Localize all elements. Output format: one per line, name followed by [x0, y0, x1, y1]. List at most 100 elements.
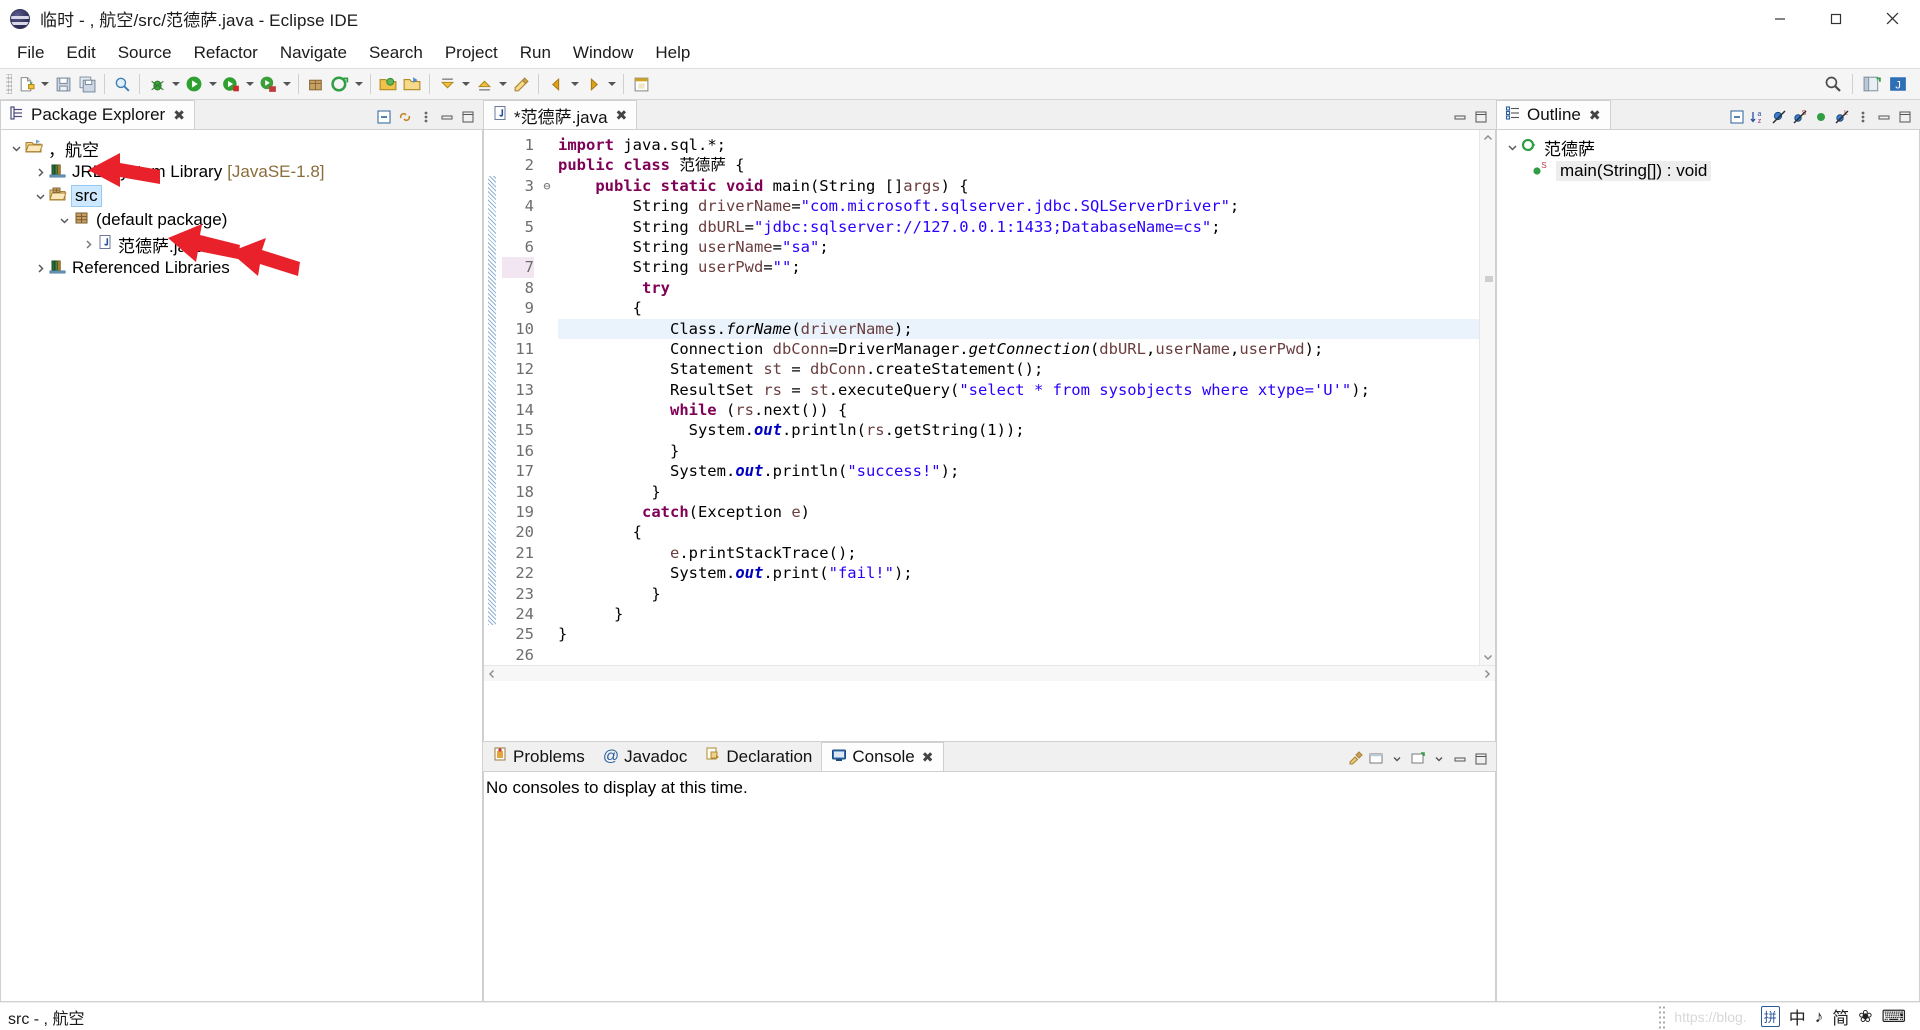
- previous-annotation-icon[interactable]: [472, 72, 496, 96]
- link-with-editor-icon[interactable]: [396, 108, 414, 126]
- code-line[interactable]: System.out.print("fail!");: [558, 563, 1479, 583]
- toolbar-grip[interactable]: [6, 74, 12, 94]
- sort-icon[interactable]: az: [1749, 108, 1767, 126]
- code-line[interactable]: System.out.println(rs.getString(1));: [558, 420, 1479, 440]
- close-icon[interactable]: ✖: [616, 107, 628, 124]
- scroll-up-icon[interactable]: [1480, 130, 1496, 146]
- chevron-down-icon[interactable]: [31, 184, 49, 208]
- minimize-view-icon[interactable]: [1875, 108, 1893, 126]
- open-perspective-icon[interactable]: [1860, 72, 1884, 96]
- outline-item-method[interactable]: S main(String[]) : void: [1497, 159, 1919, 183]
- ime-keyboard-icon[interactable]: ⌨: [1881, 1007, 1906, 1027]
- minimize-view-icon[interactable]: [1451, 108, 1469, 126]
- new-dropdown-icon[interactable]: [38, 72, 51, 96]
- previous-annotation-dropdown-icon[interactable]: [496, 72, 509, 96]
- menu-help[interactable]: Help: [644, 40, 701, 66]
- collapse-all-icon[interactable]: [1728, 108, 1746, 126]
- next-annotation-dropdown-icon[interactable]: [459, 72, 472, 96]
- close-button[interactable]: [1864, 0, 1920, 38]
- view-menu-icon[interactable]: [1854, 108, 1872, 126]
- code-line[interactable]: }: [558, 482, 1479, 502]
- save-icon[interactable]: [51, 72, 75, 96]
- tree-item-referenced-libraries[interactable]: Referenced Libraries: [1, 256, 482, 280]
- ime-flower-icon[interactable]: ❀: [1858, 1007, 1872, 1027]
- code-line[interactable]: String dbURL="jdbc:sqlserver://127.0.0.1…: [558, 217, 1479, 237]
- last-edit-location-icon[interactable]: [509, 72, 533, 96]
- run-external-dropdown-icon[interactable]: [243, 72, 256, 96]
- code-line[interactable]: Statement st = dbConn.createStatement();: [558, 359, 1479, 379]
- editor-horizontal-scrollbar[interactable]: [484, 665, 1495, 682]
- code-line[interactable]: public static void main(String []args) {: [558, 176, 1479, 196]
- close-icon[interactable]: ✖: [173, 107, 185, 124]
- collapse-all-icon[interactable]: [375, 108, 393, 126]
- minimize-button[interactable]: [1752, 0, 1808, 38]
- quick-access-search-icon[interactable]: [110, 72, 134, 96]
- ime-pinyin-icon[interactable]: 拼: [1760, 1006, 1780, 1027]
- tab-declaration[interactable]: Declaration: [696, 742, 821, 771]
- ime-simplified-mode[interactable]: 简: [1832, 1004, 1849, 1029]
- code-line[interactable]: Connection dbConn=DriverManager.getConne…: [558, 339, 1479, 359]
- code-line[interactable]: try: [558, 278, 1479, 298]
- new-java-package-icon[interactable]: [304, 72, 328, 96]
- chevron-down-icon[interactable]: [55, 208, 73, 232]
- pin-console-icon[interactable]: [1346, 750, 1364, 768]
- tree-item-project[interactable]: ，航空: [1, 136, 482, 160]
- menu-edit[interactable]: Edit: [55, 40, 106, 66]
- open-resource-icon[interactable]: [400, 72, 424, 96]
- menu-refactor[interactable]: Refactor: [183, 40, 269, 66]
- display-selected-console-icon[interactable]: [1367, 750, 1385, 768]
- code-line[interactable]: String userName="sa";: [558, 237, 1479, 257]
- minimize-view-icon[interactable]: [1451, 750, 1469, 768]
- run-icon[interactable]: [182, 72, 206, 96]
- menu-search[interactable]: Search: [358, 40, 434, 66]
- menu-navigate[interactable]: Navigate: [269, 40, 358, 66]
- back-dropdown-icon[interactable]: [568, 72, 581, 96]
- code-line[interactable]: ResultSet rs = st.executeQuery("select *…: [558, 380, 1479, 400]
- status-grip[interactable]: [1658, 1004, 1667, 1029]
- tree-item-java-file[interactable]: 范德萨.java: [1, 232, 482, 256]
- outline-body[interactable]: 范德萨 S main(String[]) : void: [1496, 129, 1920, 1002]
- search-icon[interactable]: [1821, 72, 1845, 96]
- run-last-icon[interactable]: [256, 72, 280, 96]
- forward-dropdown-icon[interactable]: [605, 72, 618, 96]
- editor-body[interactable]: 1 2 3 4 5 6 7 8 9 10 11 12 13 14 15 16 17 18 19 20 21 22 23 24 2…: [483, 129, 1496, 742]
- tab-package-explorer[interactable]: Package Explorer ✖: [0, 100, 195, 130]
- minimize-view-icon[interactable]: [438, 108, 456, 126]
- code-line[interactable]: Class.forName(driverName);: [558, 318, 1479, 339]
- code-line[interactable]: }: [558, 441, 1479, 461]
- chevron-down-icon[interactable]: [1388, 750, 1406, 768]
- folding-ruler[interactable]: ⊖: [540, 130, 554, 665]
- code-line[interactable]: }: [558, 604, 1479, 624]
- menu-file[interactable]: File: [6, 40, 55, 66]
- outline-item-class[interactable]: 范德萨: [1497, 135, 1919, 159]
- chevron-right-icon[interactable]: [31, 256, 49, 280]
- view-menu-icon[interactable]: [417, 108, 435, 126]
- open-console-icon[interactable]: [1409, 750, 1427, 768]
- source-code-text[interactable]: import java.sql.*; public class 范德萨 { pub…: [554, 130, 1479, 665]
- code-line[interactable]: String driverName="com.microsoft.sqlserv…: [558, 196, 1479, 216]
- scroll-right-icon[interactable]: [1479, 666, 1495, 682]
- code-line[interactable]: while (rs.next()) {: [558, 400, 1479, 420]
- pin-editor-icon[interactable]: [629, 72, 653, 96]
- new-class-dropdown-icon[interactable]: [352, 72, 365, 96]
- code-line[interactable]: e.printStackTrace();: [558, 543, 1479, 563]
- code-line[interactable]: [558, 645, 1479, 665]
- editor-vertical-scrollbar[interactable]: [1479, 130, 1496, 666]
- tab-java-editor[interactable]: *范德萨.java ✖: [483, 100, 638, 130]
- debug-icon[interactable]: [145, 72, 169, 96]
- ime-music-icon[interactable]: ♪: [1815, 1007, 1824, 1027]
- code-line[interactable]: String userPwd="";: [558, 257, 1479, 277]
- run-external-tools-icon[interactable]: [219, 72, 243, 96]
- scroll-left-icon[interactable]: [484, 666, 500, 682]
- package-explorer-body[interactable]: ，航空 JRE System Library [JavaSE-1.8] src …: [0, 129, 483, 1002]
- marker-bar[interactable]: [484, 130, 502, 666]
- ime-indicator[interactable]: 拼 中 ♪ 简 ❀ ⌨: [1755, 1004, 1912, 1029]
- maximize-button[interactable]: [1808, 0, 1864, 38]
- code-area[interactable]: 1 2 3 4 5 6 7 8 9 10 11 12 13 14 15 16 17 18 19 20 21 22 23 24 2…: [484, 130, 1496, 666]
- code-line[interactable]: {: [558, 522, 1479, 542]
- code-line[interactable]: public class 范德萨 {: [558, 155, 1479, 175]
- hide-static-icon[interactable]: S: [1791, 108, 1809, 126]
- java-perspective-icon[interactable]: J: [1886, 72, 1910, 96]
- menu-project[interactable]: Project: [434, 40, 509, 66]
- close-icon[interactable]: ✖: [922, 749, 934, 766]
